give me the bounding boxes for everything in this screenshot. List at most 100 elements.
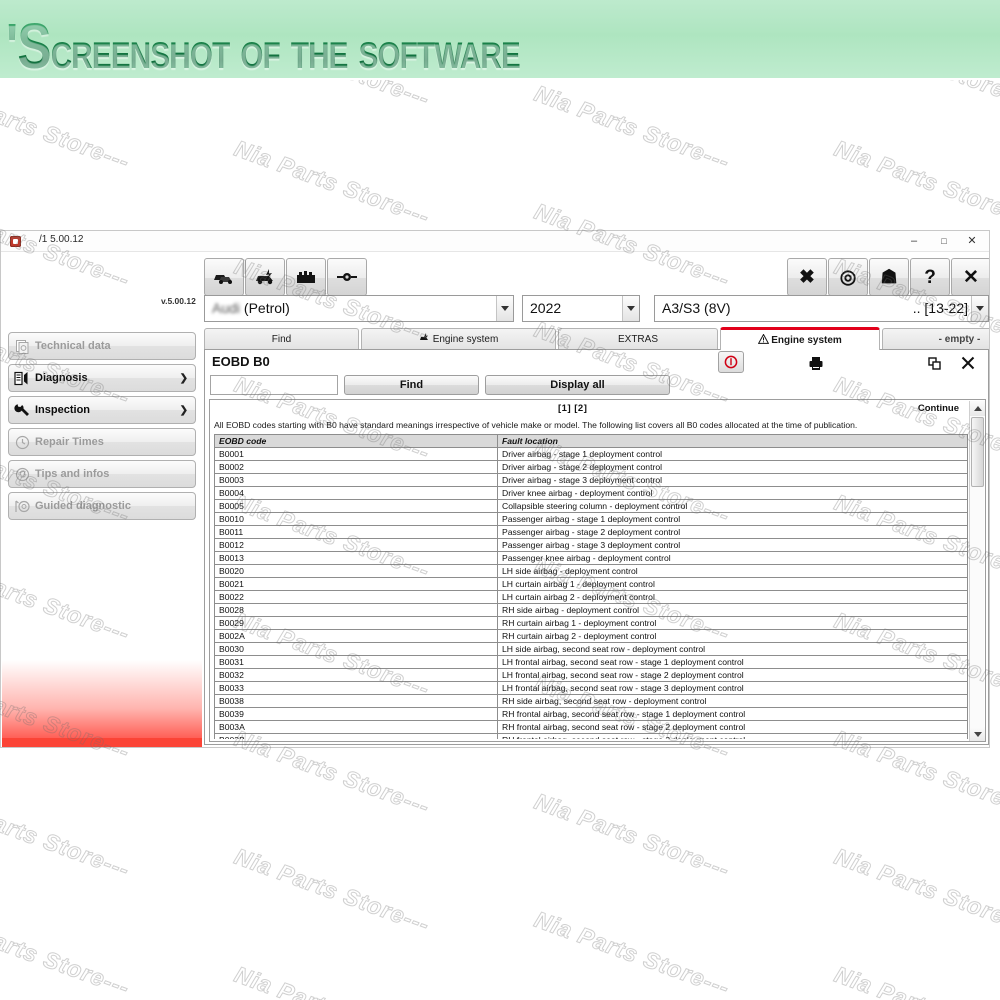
cell-eobd-code: B0031 [214, 655, 498, 669]
table-row[interactable]: B0031 LH frontal airbag, second seat row … [214, 655, 968, 669]
cell-fault-location: RH side airbag - deployment control [497, 603, 968, 617]
make-dropdown[interactable]: Audi (Petrol) [204, 295, 514, 322]
sidebar-item-tips-and-infos[interactable]: Tips and infos [8, 460, 196, 488]
table-row[interactable]: B0020 LH side airbag - deployment control [214, 564, 968, 578]
chevron-down-icon[interactable] [971, 296, 988, 321]
watermark-text: Nia Parts Store--- [231, 80, 434, 113]
table-row[interactable]: B0022 LH curtain airbag 2 - deployment co… [214, 590, 968, 604]
window-close-button[interactable]: ✕ [957, 231, 987, 252]
tab-engine-system-2[interactable]: Engine system [720, 327, 880, 350]
table-row[interactable]: B0010 Passenger airbag - stage 1 deployme… [214, 512, 968, 526]
sidebar-item-diagnosis[interactable]: Diagnosis ❯ [8, 364, 196, 392]
table-row[interactable]: B0021 LH curtain airbag 1 - deployment co… [214, 577, 968, 591]
minimize-button[interactable]: – [899, 231, 929, 252]
table-row[interactable]: B0004 Driver knee airbag - deployment con… [214, 486, 968, 500]
table-row[interactable]: B0030 LH side airbag, second seat row - d… [214, 642, 968, 656]
table-row[interactable]: B0038 RH side airbag, second seat row - d… [214, 694, 968, 708]
scroll-up-button[interactable] [970, 401, 985, 416]
vehicles-button[interactable] [204, 258, 244, 296]
cell-eobd-code: B003A [214, 720, 498, 734]
cell-eobd-code: B0012 [214, 538, 498, 552]
panel-close-button[interactable] [957, 352, 979, 374]
restore-button[interactable] [923, 352, 945, 374]
table-row[interactable]: B0002 Driver airbag - stage 2 deployment … [214, 460, 968, 474]
table-row[interactable]: B003BRH frontal airbag, second seat row … [214, 733, 968, 739]
year-dropdown[interactable]: 2022 [522, 295, 640, 322]
tab-find-label: Find [271, 333, 292, 345]
watermark-text: Nia Parts Store--- [231, 960, 434, 1000]
tab-engine-system-1-label: Engine system [432, 333, 499, 345]
cell-fault-location: Driver airbag - stage 3 deployment contr… [497, 473, 968, 487]
continue-link[interactable]: Continue [918, 403, 959, 414]
table-row[interactable]: B0003 Driver airbag - stage 3 deployment … [214, 473, 968, 487]
print-button[interactable] [805, 352, 827, 374]
window-title: /1 5.00.12 [39, 234, 84, 245]
cell-eobd-code: B0013 [214, 551, 498, 565]
search-input[interactable] [210, 375, 338, 395]
sidebar-item-inspection-label: Inspection [35, 404, 91, 416]
sensor-icon [335, 271, 359, 283]
cancel-button[interactable]: ✖ [787, 258, 827, 296]
cell-eobd-code: B0021 [214, 577, 498, 591]
tab-empty[interactable]: - empty - [882, 328, 989, 349]
table-row[interactable]: B0033 LH frontal airbag, second seat row … [214, 681, 968, 695]
column-header-fault-location: Fault location [497, 434, 968, 448]
table-row[interactable]: B002A RH curtain airbag 2 - deployment co… [214, 629, 968, 643]
find-button[interactable]: Find [344, 375, 479, 395]
display-all-button[interactable]: Display all [485, 375, 670, 395]
cell-eobd-code: B0033 [214, 681, 498, 695]
sensor-button[interactable] [327, 258, 367, 296]
table-row[interactable]: B0005 Collapsible steering column - deplo… [214, 499, 968, 513]
sidebar-item-inspection[interactable]: Inspection ❯ [8, 396, 196, 424]
table-row[interactable]: B0032 LH frontal airbag, second seat row … [214, 668, 968, 682]
chevron-down-icon[interactable] [622, 296, 639, 321]
eobd-table: EOBD code Fault location B0001 Driver air… [214, 434, 968, 739]
cell-fault-location: RH frontal airbag, second seat row - sta… [497, 707, 968, 721]
vertical-scrollbar[interactable] [969, 401, 985, 741]
table-row[interactable]: B0012 Passenger airbag - stage 3 deployme… [214, 538, 968, 552]
tab-extras[interactable]: EXTRAS [558, 328, 718, 349]
maximize-button[interactable]: □ [929, 231, 959, 252]
page-links[interactable]: [1] [2] [558, 403, 587, 414]
sidebar-item-repair-times-label: Repair Times [35, 436, 104, 448]
table-row[interactable]: B0011 Passenger airbag - stage 2 deployme… [214, 525, 968, 539]
table-row[interactable]: B0029 RH curtain airbag 1 - deployment co… [214, 616, 968, 630]
battery-button[interactable] [286, 258, 326, 296]
caret-down-icon [973, 732, 982, 737]
cell-fault-location: RH frontal airbag, second seat row - sta… [497, 720, 968, 734]
diagnostic-car-button[interactable] [245, 258, 285, 296]
help-icon: ? [924, 266, 936, 288]
panel-title: EOBD B0 [212, 354, 270, 369]
sidebar-item-guided-diagnostic[interactable]: Guided diagnostic [8, 492, 196, 520]
tab-engine-system-1[interactable]: Engine system [361, 328, 556, 349]
info-button[interactable] [718, 351, 744, 373]
table-row[interactable]: B0028 RH side airbag - deployment control [214, 603, 968, 617]
scrollbar-thumb[interactable] [971, 417, 984, 487]
scroll-down-button[interactable] [970, 727, 985, 741]
table-row[interactable]: B0001 Driver airbag - stage 1 deployment … [214, 447, 968, 461]
table-row[interactable]: B0039 RH frontal airbag, second seat row … [214, 707, 968, 721]
banner-title: 'Screenshot of the software [6, 9, 521, 78]
tab-extras-label: EXTRAS [617, 333, 658, 345]
sidebar-item-repair-times[interactable]: Repair Times [8, 428, 196, 456]
cell-eobd-code: B0028 [214, 603, 498, 617]
tab-find[interactable]: Find [204, 328, 359, 349]
model-dropdown[interactable]: A3/S3 (8V) .. [13-22] [654, 295, 989, 322]
vehicle-selectors: Audi (Petrol) 2022 A3/S3 (8V) .. [13-22] [204, 295, 989, 322]
table-row[interactable]: B0013 Passenger knee airbag - deployment … [214, 551, 968, 565]
globe-button[interactable]: ◎ [828, 258, 868, 296]
chevron-down-icon[interactable] [496, 296, 513, 321]
bulb-icon [9, 467, 35, 482]
exit-icon: ✕ [963, 266, 979, 288]
cell-eobd-code: B0004 [214, 486, 498, 500]
exit-button[interactable]: ✕ [951, 258, 989, 296]
table-row[interactable]: B003A RH frontal airbag, second seat row … [214, 720, 968, 734]
cell-eobd-code: B0030 [214, 642, 498, 656]
sidebar-item-technical-data[interactable]: Technical data [8, 332, 196, 360]
vehicles-icon [212, 269, 236, 285]
help-button[interactable]: ? [910, 258, 950, 296]
watermark-text: Nia Parts Store--- [831, 134, 1000, 230]
caret-up-icon [973, 406, 982, 411]
package-button[interactable]: ☗ [869, 258, 909, 296]
cell-eobd-code: B0001 [214, 447, 498, 461]
